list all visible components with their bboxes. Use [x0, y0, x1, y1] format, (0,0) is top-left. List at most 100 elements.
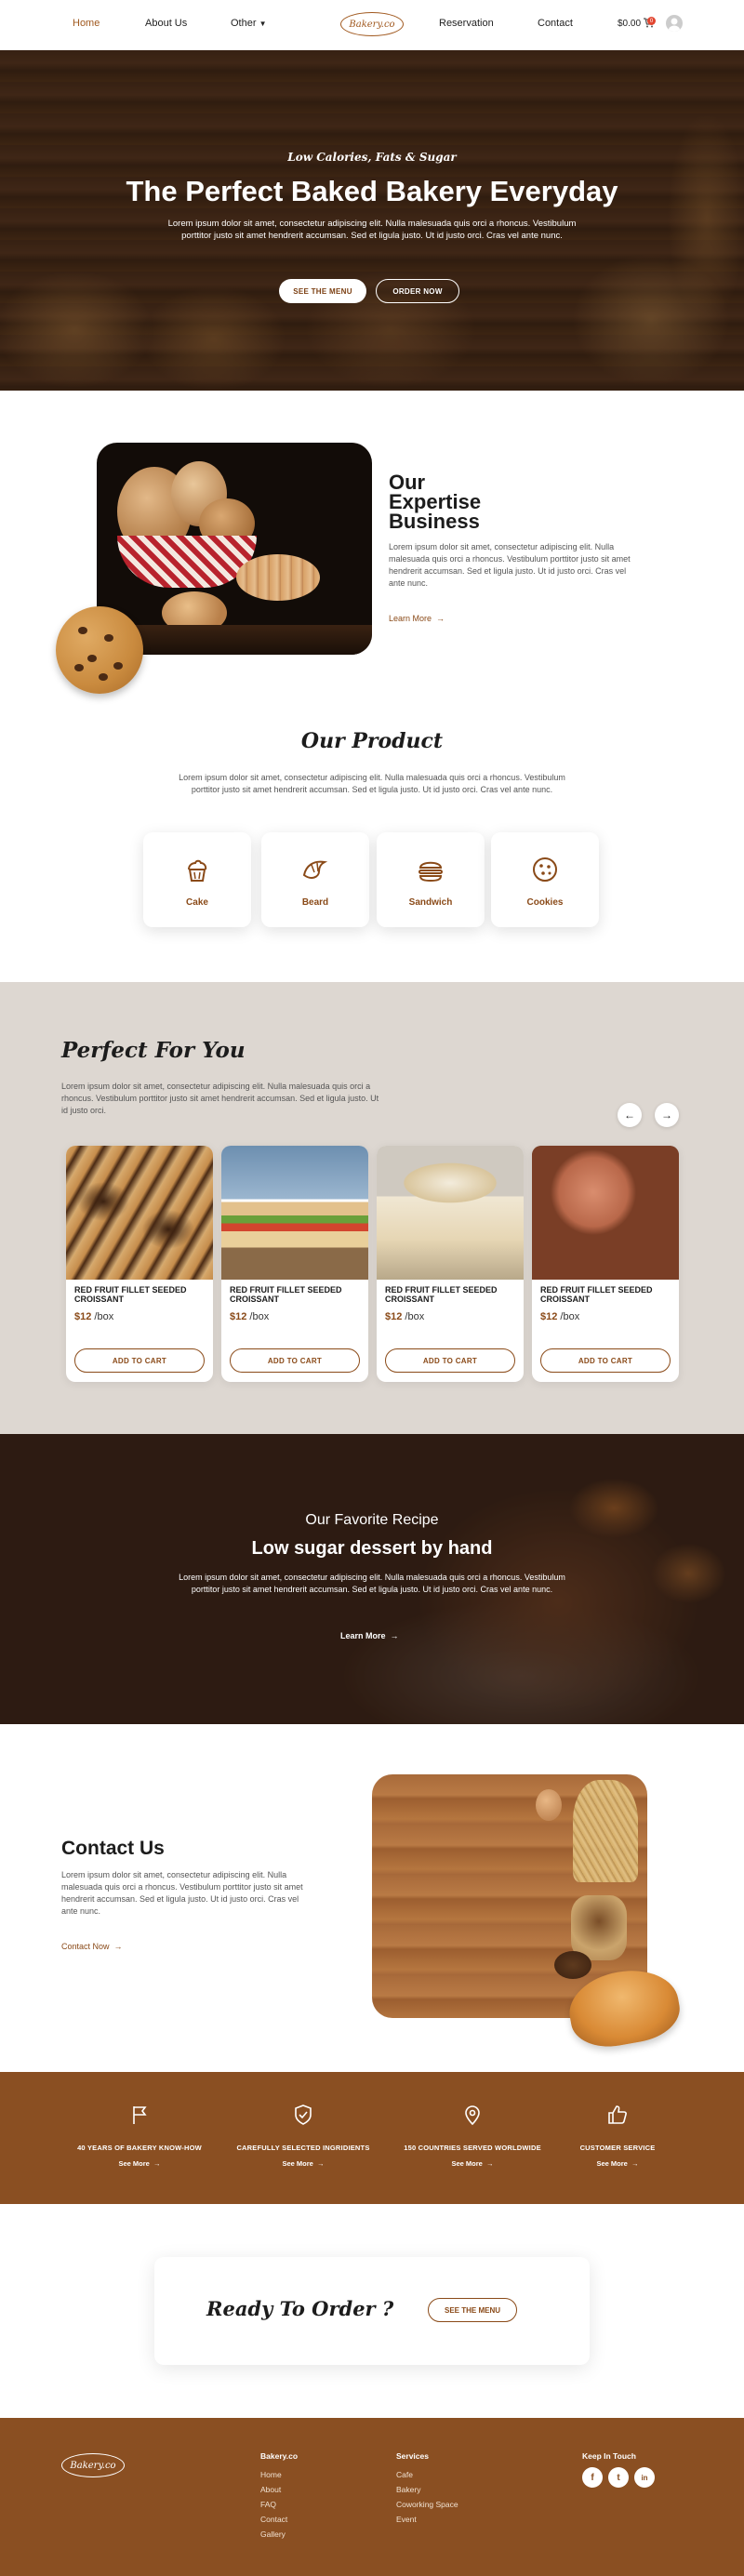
- cart-amount[interactable]: $0.00: [618, 19, 641, 29]
- cart-badge: 0: [647, 17, 656, 25]
- recipe-kicker: Our Favorite Recipe: [305, 1512, 439, 1528]
- feature-title: CAREFULLY SELECTED INGRIDIENTS: [236, 2144, 370, 2152]
- category-label: Cookies: [526, 897, 564, 908]
- nav-about[interactable]: About Us: [145, 18, 187, 29]
- about-title-line3: Business: [389, 510, 480, 533]
- nav-other-label: Other: [231, 18, 257, 29]
- perfect-title: Perfect For You: [61, 1038, 246, 1063]
- hero-title: The Perfect Baked Bakery Everyday: [126, 175, 618, 207]
- feature-title: CUSTOMER SERVICE: [579, 2144, 656, 2152]
- about-learn-more-label: Learn More: [389, 614, 432, 623]
- arrow-right-icon: →: [484, 2159, 494, 2168]
- add-to-cart-button[interactable]: ADD TO CART: [385, 1348, 515, 1373]
- nav-other[interactable]: Other ▼: [231, 18, 267, 29]
- cookie-icon: [533, 857, 557, 882]
- feature-item: CAREFULLY SELECTED INGRIDIENTS See More …: [219, 2104, 387, 2168]
- contact-now-label: Contact Now: [61, 1942, 110, 1951]
- contact-now-link[interactable]: Contact Now →: [61, 1942, 123, 1951]
- product-body: Lorem ipsum dolor sit amet, consectetur …: [179, 773, 565, 794]
- product-name: RED FRUIT FILLET SEEDED CROISSANT: [385, 1285, 498, 1304]
- twitter-icon[interactable]: t: [608, 2467, 629, 2488]
- nav-home[interactable]: Home: [73, 18, 100, 29]
- perfect-body: Lorem ipsum dolor sit amet, consectetur …: [61, 1082, 379, 1115]
- add-to-cart-button[interactable]: ADD TO CART: [74, 1348, 205, 1373]
- feature-see-more-link[interactable]: See More →: [56, 2159, 223, 2168]
- feature-title: 40 YEARS OF BAKERY KNOW-HOW: [77, 2144, 202, 2152]
- footer-link-cafe[interactable]: Cafe: [396, 2470, 413, 2479]
- footer-link-bakery[interactable]: Bakery: [396, 2485, 420, 2494]
- recipe-learn-more-label: Learn More: [340, 1631, 386, 1640]
- carousel-next-button[interactable]: →: [655, 1103, 679, 1127]
- recipe-body: Lorem ipsum dolor sit amet, consectetur …: [179, 1573, 565, 1594]
- logo[interactable]: Bakery.co: [340, 12, 404, 36]
- contact-title: Contact Us: [61, 1838, 165, 1859]
- arrow-right-icon: →: [629, 2159, 639, 2168]
- instagram-icon[interactable]: in: [634, 2467, 655, 2488]
- product-title: Our Product: [300, 729, 444, 753]
- shield-check-icon: [295, 2105, 312, 2125]
- feature-see-more-link[interactable]: See More →: [534, 2159, 701, 2168]
- user-avatar-icon[interactable]: [666, 15, 683, 32]
- ready-to-order-card: Ready To Order ? SEE THE MENU: [154, 2257, 590, 2365]
- see-menu-button[interactable]: SEE THE MENU: [279, 279, 366, 303]
- product-card: RED FRUIT FILLET SEEDED CROISSANT $12 /b…: [532, 1146, 679, 1382]
- category-card-cookies[interactable]: Cookies: [491, 832, 599, 927]
- product-price: $12 /box: [230, 1311, 270, 1322]
- category-card-sandwich[interactable]: Sandwich: [377, 832, 485, 927]
- cream-cake-image: [377, 1146, 524, 1280]
- hero-body: Lorem ipsum dolor sit amet, consectetur …: [167, 219, 577, 241]
- cupcake-icon: [188, 859, 207, 882]
- product-name: RED FRUIT FILLET SEEDED CROISSANT: [540, 1285, 653, 1304]
- footer-col2-title: Services: [396, 2451, 429, 2461]
- sandwich-image: [221, 1146, 368, 1280]
- arrow-right-icon: →: [661, 1109, 672, 1122]
- footer-link-contact[interactable]: Contact: [260, 2515, 287, 2524]
- arrow-right-icon: →: [314, 2159, 325, 2168]
- recipe-title: Low sugar dessert by hand: [251, 1538, 493, 1559]
- footer-link-event[interactable]: Event: [396, 2515, 417, 2524]
- burger-icon: [418, 861, 443, 883]
- about-title-line1: Our: [389, 471, 426, 494]
- footer-link-gallery[interactable]: Gallery: [260, 2530, 286, 2539]
- add-to-cart-button[interactable]: ADD TO CART: [540, 1348, 671, 1373]
- carousel-prev-button[interactable]: ←: [618, 1103, 642, 1127]
- round-bread-image: [532, 1146, 679, 1280]
- arrow-right-icon: →: [112, 1942, 123, 1951]
- chevron-down-icon: ▼: [259, 20, 267, 28]
- add-to-cart-button[interactable]: ADD TO CART: [230, 1348, 360, 1373]
- contact-body: Lorem ipsum dolor sit amet, consectetur …: [61, 1870, 303, 1916]
- top-nav: Home About Us Other ▼ Bakery.co Reservat…: [0, 0, 744, 50]
- facebook-icon[interactable]: f: [582, 2467, 603, 2488]
- arrow-right-icon: →: [151, 2159, 161, 2168]
- product-card: RED FRUIT FILLET SEEDED CROISSANT $12 /b…: [377, 1146, 524, 1382]
- category-card-beard[interactable]: Beard: [261, 832, 369, 927]
- footer-link-faq[interactable]: FAQ: [260, 2500, 276, 2509]
- hero-tagline: Low Calories, Fats & Sugar: [287, 151, 457, 164]
- category-label: Beard: [301, 897, 329, 908]
- nav-contact[interactable]: Contact: [538, 18, 573, 29]
- ready-see-menu-button[interactable]: SEE THE MENU: [428, 2298, 517, 2322]
- marble-cake-image: [66, 1146, 213, 1280]
- arrow-left-icon: ←: [624, 1109, 635, 1122]
- product-price: $12 /box: [385, 1311, 425, 1322]
- feature-see-more-link[interactable]: See More →: [219, 2159, 387, 2168]
- footer: Bakery.co Bakery.co Home About FAQ Conta…: [0, 2418, 744, 2576]
- footer-col1-title: Bakery.co: [260, 2451, 299, 2461]
- about-title-line2: Expertise: [389, 490, 482, 513]
- thumbs-up-icon: [608, 2105, 627, 2124]
- footer-logo[interactable]: Bakery.co: [61, 2453, 125, 2477]
- about-title: Our Expertise Business: [389, 471, 482, 533]
- flag-icon: [133, 2106, 147, 2124]
- nav-reservation[interactable]: Reservation: [439, 18, 494, 29]
- category-card-cake[interactable]: Cake: [143, 832, 251, 927]
- feature-title: 150 COUNTRIES SERVED WORLDWIDE: [404, 2144, 541, 2152]
- category-label: Sandwich: [408, 897, 453, 908]
- order-now-button[interactable]: ORDER NOW: [376, 279, 459, 303]
- product-name: RED FRUIT FILLET SEEDED CROISSANT: [230, 1285, 342, 1304]
- footer-link-home[interactable]: Home: [260, 2470, 282, 2479]
- about-learn-more-link[interactable]: Learn More →: [389, 614, 445, 623]
- recipe-learn-more-link[interactable]: Learn More →: [340, 1631, 399, 1640]
- footer-link-about[interactable]: About: [260, 2485, 281, 2494]
- feature-see-more-link[interactable]: See More →: [389, 2159, 556, 2168]
- footer-link-coworking[interactable]: Coworking Space: [396, 2500, 458, 2509]
